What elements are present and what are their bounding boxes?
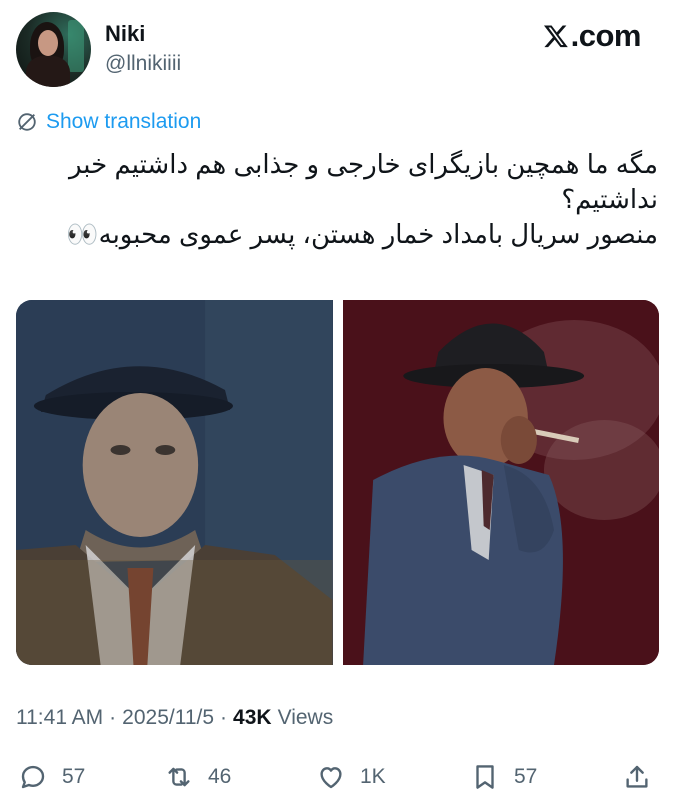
bookmark-count: 57 [514, 765, 538, 788]
repost-count: 46 [208, 765, 232, 788]
repost-button[interactable]: 46 [164, 762, 231, 792]
tweet-meta: 11:41 AM · 2025/11/5 · 43K Views [16, 706, 333, 730]
globe-icon [18, 113, 36, 131]
show-translation-link[interactable]: Show translation [16, 108, 201, 136]
media-grid [16, 300, 659, 665]
photo-red-illustration [342, 300, 659, 665]
brand-logo: .com [543, 18, 642, 54]
like-button[interactable]: 1K [316, 762, 386, 792]
avatar-body [26, 56, 70, 87]
tweet-time[interactable]: 11:41 AM [16, 706, 103, 730]
heart-icon [320, 767, 342, 789]
share-button[interactable] [622, 762, 652, 792]
tweet-date[interactable]: 2025/11/5 [122, 706, 214, 730]
avatar[interactable] [16, 12, 91, 87]
bookmark-icon [476, 765, 494, 789]
views-count: 43K [233, 706, 272, 729]
reply-count: 57 [62, 765, 86, 788]
views-label: Views [277, 706, 334, 729]
photo-man-smoking-red[interactable] [342, 300, 659, 665]
reply-button[interactable]: 57 [18, 762, 85, 792]
brand-domain: .com [570, 18, 642, 53]
photo-man-in-hat-blue[interactable] [16, 300, 333, 665]
tweet-header: Niki @llnikiiii .com [16, 12, 659, 88]
avatar-background-sign [68, 20, 84, 72]
tweet-text: مگه ما همچین بازیگرای خارجی و جذابی هم د… [18, 147, 658, 252]
photo-blue-illustration [16, 300, 333, 665]
author-name[interactable]: Niki [105, 21, 145, 47]
action-bar: 57 46 1K 57 [0, 756, 675, 800]
reply-icon [21, 765, 45, 789]
x-logo-icon [543, 25, 568, 48]
show-translation-label: Show translation [46, 110, 202, 133]
meta-separator: · [109, 706, 117, 729]
meta-separator: · [220, 706, 228, 729]
bookmark-button[interactable]: 57 [470, 762, 537, 792]
like-count: 1K [360, 765, 386, 788]
repost-icon [168, 767, 190, 787]
share-icon [626, 765, 648, 788]
tweet-line: مگه ما همچین بازیگرای خارجی و جذابی هم د… [68, 149, 658, 214]
avatar-face [38, 30, 58, 56]
tweet-line: منصور سریال بامداد خمار هستن، پسر عموی م… [66, 219, 658, 249]
author-handle[interactable]: @llnikiiii [105, 52, 181, 76]
